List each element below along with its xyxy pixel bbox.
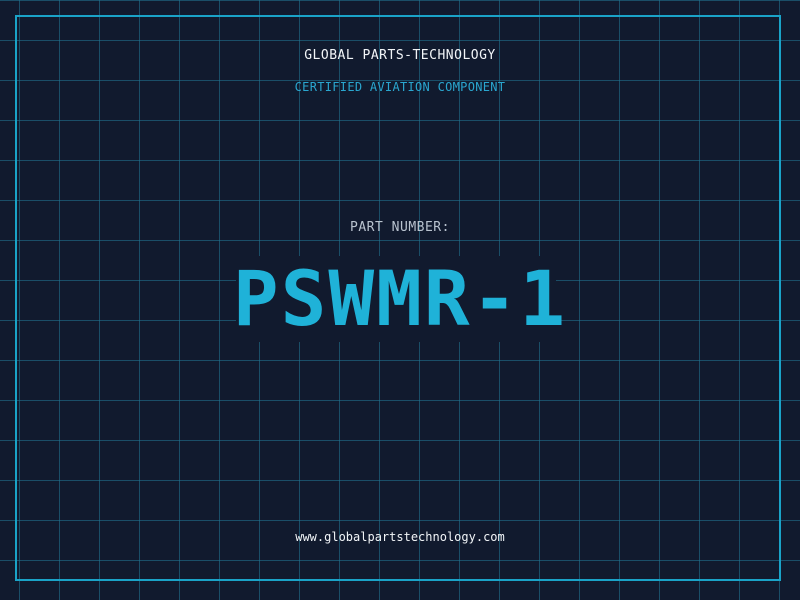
part-number-value: PSWMR-1 bbox=[232, 254, 568, 343]
part-number-label: PART NUMBER: bbox=[350, 220, 450, 235]
website-link[interactable]: www.globalpartstechnology.com bbox=[0, 530, 800, 544]
brand-name: GLOBAL PARTS-TECHNOLOGY bbox=[304, 48, 496, 63]
tagline: CERTIFIED AVIATION COMPONENT bbox=[294, 80, 506, 94]
